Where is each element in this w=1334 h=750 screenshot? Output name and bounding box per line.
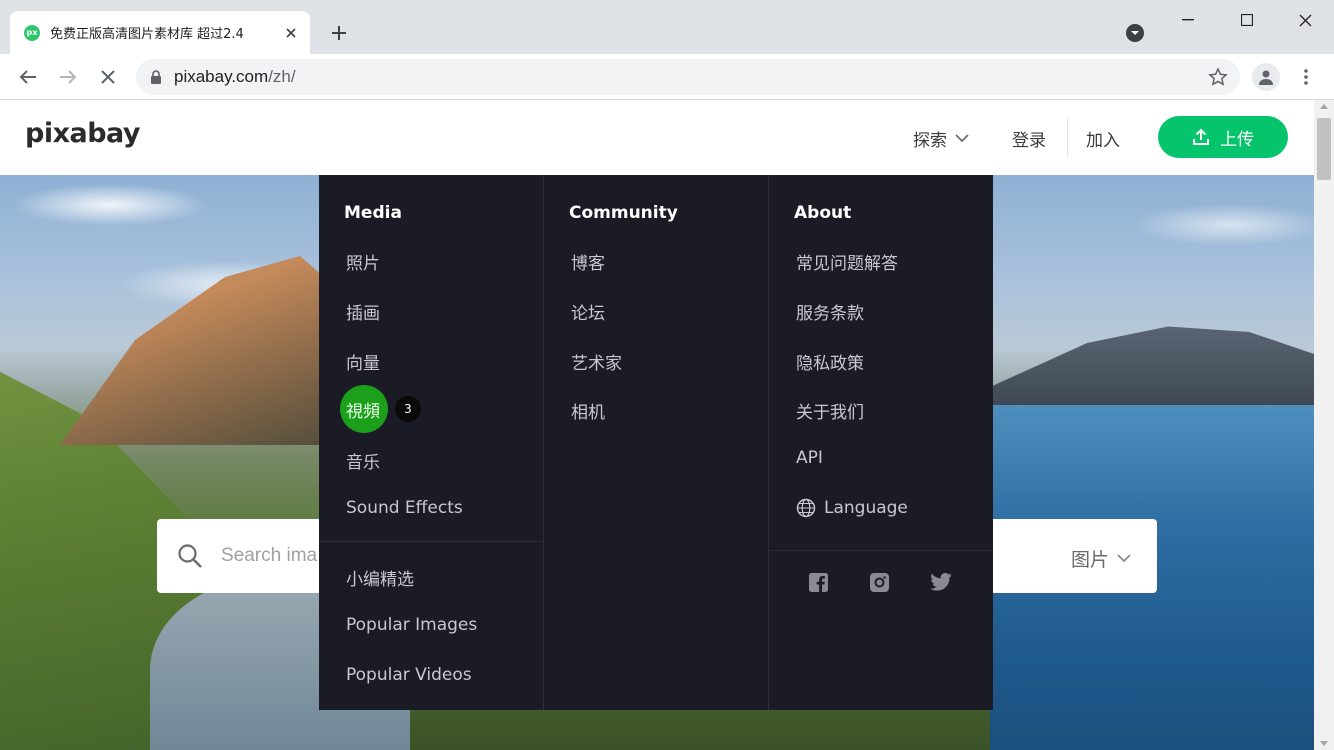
menu-item-about-us[interactable]: 关于我们 [796, 398, 864, 423]
login-link[interactable]: 登录 [1012, 126, 1046, 151]
explore-dropdown-menu: Media 照片 插画 向量 視頻 3 音乐 Sound Effects 小编精… [319, 175, 993, 710]
menu-item-privacy[interactable]: 隐私政策 [796, 349, 864, 374]
search-type-label: 图片 [1071, 549, 1110, 571]
profile-avatar-icon[interactable] [1252, 63, 1280, 91]
menu-item-videos-label: 視頻 [346, 401, 380, 422]
menu-column-community: Community 博客 论坛 艺术家 相机 [544, 175, 769, 710]
menu-divider [319, 541, 543, 542]
menu-item-blog[interactable]: 博客 [571, 249, 605, 274]
step-badge: 3 [395, 396, 421, 422]
chevron-down-icon [1117, 554, 1131, 563]
scroll-up-arrow-icon[interactable] [1320, 104, 1328, 109]
pixabay-favicon-icon: px [24, 24, 40, 41]
search-icon [177, 543, 203, 573]
menu-item-cameras[interactable]: 相机 [571, 398, 605, 423]
window-close-icon[interactable] [1285, 6, 1325, 34]
browser-tab-bar: px 免费正版高清图片素材库 超过2.4 [0, 0, 1334, 54]
page-scrollbar[interactable] [1314, 100, 1334, 750]
page-viewport: pixabay 探索 登录 加入 上传 Search ima 图片 Media … [0, 100, 1314, 750]
menu-item-api[interactable]: API [796, 448, 823, 468]
scroll-down-arrow-icon[interactable] [1320, 741, 1328, 746]
explore-label: 探索 [913, 131, 947, 151]
forward-arrow-icon[interactable] [54, 63, 82, 91]
menu-heading-community: Community [569, 203, 678, 223]
menu-item-illustrations[interactable]: 插画 [346, 299, 380, 324]
pixabay-logo[interactable]: pixabay [25, 118, 141, 149]
menu-item-forum[interactable]: 论坛 [571, 299, 605, 324]
address-bar[interactable]: pixabay.com/zh/ [136, 59, 1240, 95]
browser-toolbar: pixabay.com/zh/ [0, 54, 1334, 100]
upload-button[interactable]: 上传 [1158, 116, 1288, 158]
menu-heading-about: About [794, 203, 852, 223]
instagram-icon[interactable] [868, 571, 890, 593]
menu-item-artists[interactable]: 艺术家 [571, 349, 622, 374]
scrollbar-thumb[interactable] [1317, 118, 1331, 180]
lock-icon [150, 70, 162, 84]
upload-icon [1193, 128, 1209, 145]
back-arrow-icon[interactable] [14, 63, 42, 91]
menu-item-photos[interactable]: 照片 [346, 249, 380, 274]
menu-item-popular-images[interactable]: Popular Images [346, 615, 477, 635]
maximize-icon[interactable] [1227, 6, 1267, 34]
browser-tab[interactable]: px 免费正版高清图片素材库 超过2.4 [10, 11, 310, 54]
menu-item-vectors[interactable]: 向量 [346, 349, 380, 374]
explore-menu-button[interactable]: 探索 [913, 126, 969, 151]
new-tab-icon[interactable] [326, 20, 352, 46]
search-type-dropdown[interactable]: 图片 [1071, 545, 1131, 572]
bookmark-star-icon[interactable] [1208, 67, 1228, 91]
facebook-icon[interactable] [807, 571, 829, 593]
menu-item-popular-videos[interactable]: Popular Videos [346, 665, 472, 685]
url-text: pixabay.com/zh/ [174, 67, 296, 86]
globe-icon [796, 498, 816, 518]
browser-menu-icon[interactable] [1294, 63, 1318, 91]
twitter-icon[interactable] [930, 571, 952, 593]
menu-item-videos[interactable]: 視頻 3 [346, 396, 421, 422]
menu-item-faq[interactable]: 常见问题解答 [796, 249, 898, 274]
chevron-down-icon [955, 134, 969, 143]
menu-column-media: Media 照片 插画 向量 視頻 3 音乐 Sound Effects 小编精… [319, 175, 544, 710]
menu-item-language[interactable]: Language [796, 498, 908, 518]
menu-heading-media: Media [344, 203, 402, 223]
site-header: pixabay 探索 登录 加入 上传 [0, 100, 1314, 175]
join-link[interactable]: 加入 [1086, 126, 1120, 151]
menu-item-sound-effects[interactable]: Sound Effects [346, 498, 463, 518]
menu-divider [769, 550, 993, 551]
menu-item-music[interactable]: 音乐 [346, 448, 380, 473]
stop-loading-icon[interactable] [94, 63, 122, 91]
close-tab-icon[interactable] [282, 24, 300, 42]
menu-item-terms[interactable]: 服务条款 [796, 299, 864, 324]
hero-mountain-right [990, 326, 1314, 420]
search-input[interactable]: Search ima [221, 545, 317, 567]
nav-divider [1067, 117, 1068, 157]
minimize-icon[interactable] [1168, 6, 1208, 34]
tab-search-icon[interactable] [1124, 22, 1146, 44]
menu-item-language-label: Language [824, 498, 908, 518]
menu-column-about: About 常见问题解答 服务条款 隐私政策 关于我们 API Language [769, 175, 993, 710]
upload-label: 上传 [1220, 129, 1254, 150]
tab-title: 免费正版高清图片素材库 超过2.4 [50, 27, 244, 42]
menu-item-editors-choice[interactable]: 小编精选 [346, 565, 414, 590]
